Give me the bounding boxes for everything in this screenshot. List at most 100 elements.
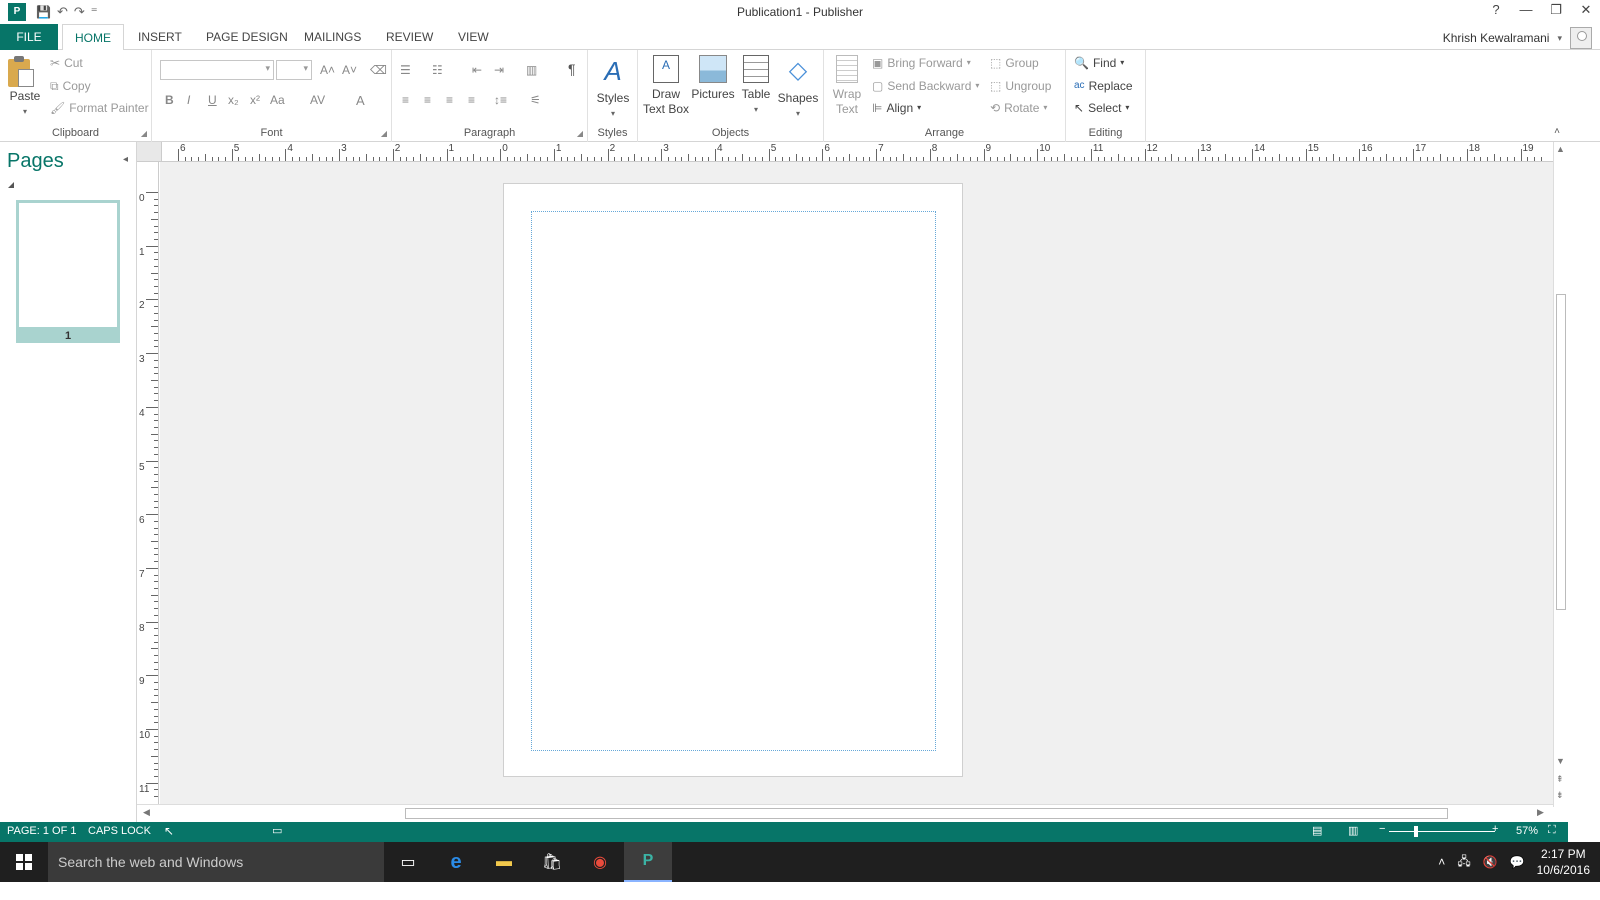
superscript-button[interactable]: x² — [250, 93, 260, 107]
justify-icon[interactable]: ≡ — [468, 93, 475, 107]
restore-button[interactable]: ❐ — [1548, 2, 1564, 18]
font-color-button[interactable]: A — [356, 93, 365, 108]
close-button[interactable]: ✕ — [1578, 2, 1594, 18]
user-name[interactable]: Khrish Kewalramani — [1443, 31, 1550, 45]
volume-muted-icon[interactable]: 🔇 — [1483, 855, 1498, 869]
zoom-slider-knob[interactable] — [1414, 826, 1418, 837]
page-indicator[interactable]: PAGE: 1 OF 1 — [7, 825, 77, 837]
dialog-launcher-icon[interactable]: ◢ — [381, 129, 387, 138]
select-button[interactable]: ↖ Select ▾ — [1074, 98, 1129, 118]
zoom-slider[interactable] — [1389, 831, 1495, 832]
horizontal-ruler[interactable]: 6 5 4 3 2 1 0 1 2 3 4 5 6 7 8 9 10 11 12 13 14 15 16 17 18 19 — [137, 142, 1553, 162]
shrink-font-button[interactable]: A˅ — [342, 63, 357, 77]
single-page-view-icon[interactable]: ▤ — [1312, 824, 1322, 837]
expand-triangle-icon[interactable] — [8, 182, 14, 188]
tab-view[interactable]: VIEW — [446, 24, 501, 50]
replace-button[interactable]: ac Replace — [1074, 76, 1133, 96]
fit-page-icon[interactable]: ⛶ — [1548, 824, 1556, 837]
network-icon[interactable]: 🖧 — [1457, 852, 1470, 873]
tab-file[interactable]: FILE — [0, 24, 58, 50]
align-right-icon[interactable]: ≡ — [446, 93, 453, 107]
dialog-launcher-icon[interactable]: ◢ — [577, 129, 583, 138]
format-painter-button[interactable]: 🖌 Format Painter — [50, 98, 149, 118]
styles-button[interactable]: A Styles ▾ — [594, 55, 632, 121]
send-backward-button[interactable]: ▢ Send Backward ▾ — [872, 76, 979, 96]
zoom-level[interactable]: 57% — [1516, 825, 1538, 837]
taskbar-clock[interactable]: 2:17 PM 10/6/2016 — [1537, 846, 1590, 878]
ungroup-button[interactable]: ⬚ Ungroup — [990, 76, 1051, 96]
previous-page-icon[interactable]: ⇞ — [1556, 774, 1564, 785]
next-page-icon[interactable]: ⇟ — [1556, 790, 1564, 801]
copy-button[interactable]: ⧉ Copy — [50, 76, 91, 96]
chevron-down-icon[interactable]: ▾ — [1557, 33, 1562, 44]
scroll-left-icon[interactable]: ◀ — [143, 807, 150, 818]
numbering-icon[interactable]: ☷ — [432, 63, 443, 77]
publication-page[interactable] — [503, 183, 963, 777]
avatar[interactable] — [1570, 27, 1592, 49]
user-account[interactable]: Khrish Kewalramani ▾ — [1443, 27, 1592, 49]
collapse-pane-icon[interactable]: ◂ — [123, 154, 128, 165]
scroll-down-icon[interactable]: ▼ — [1556, 756, 1565, 766]
decrease-indent-icon[interactable]: ⇤ — [472, 63, 482, 77]
show-paragraph-marks-button[interactable]: ¶ — [568, 61, 576, 77]
zoom-in-icon[interactable]: + — [1492, 823, 1498, 835]
rotate-button[interactable]: ⟲ Rotate ▾ — [990, 98, 1047, 118]
bring-forward-button[interactable]: ▣ Bring Forward ▾ — [872, 53, 971, 73]
help-button[interactable]: ? — [1488, 2, 1504, 18]
pictures-button[interactable]: Pictures — [690, 55, 736, 102]
publication-canvas[interactable] — [160, 162, 1553, 804]
show-hidden-icons-icon[interactable]: ˄ — [1438, 855, 1445, 869]
taskbar-search-box[interactable]: Search the web and Windows — [48, 842, 384, 882]
edge-browser-icon[interactable]: e — [432, 842, 480, 882]
file-explorer-icon[interactable]: ▬ — [480, 842, 528, 882]
shading-icon[interactable]: ⚟ — [530, 93, 541, 107]
zoom-out-icon[interactable]: − — [1379, 823, 1385, 835]
align-button[interactable]: ⊫ Align ▾ — [872, 98, 921, 118]
tab-home[interactable]: HOME — [62, 24, 124, 51]
layout-status-icon[interactable]: ▭ — [272, 824, 282, 837]
publisher-taskbar-icon[interactable]: P — [624, 842, 672, 882]
tab-insert[interactable]: INSERT — [126, 24, 194, 50]
increase-indent-icon[interactable]: ⇥ — [494, 63, 504, 77]
clear-formatting-icon[interactable]: ⌫ — [370, 63, 387, 77]
font-size-combobox[interactable] — [276, 60, 312, 80]
chrome-browser-icon[interactable]: ◉ — [576, 842, 624, 882]
ruler-corner[interactable] — [137, 142, 162, 162]
store-icon[interactable]: 🛍 — [528, 842, 576, 882]
align-left-icon[interactable]: ≡ — [402, 93, 409, 107]
bold-button[interactable]: B — [165, 93, 174, 107]
minimize-button[interactable]: — — [1518, 2, 1534, 18]
horizontal-scrollbar[interactable]: ◀ ▶ — [137, 804, 1553, 822]
font-name-combobox[interactable] — [160, 60, 274, 80]
scroll-right-icon[interactable]: ▶ — [1537, 807, 1544, 818]
line-spacing-icon[interactable]: ↕≡ — [494, 93, 507, 107]
notifications-icon[interactable]: 💬 — [1510, 855, 1525, 869]
italic-button[interactable]: I — [187, 93, 190, 107]
tab-review[interactable]: REVIEW — [374, 24, 445, 50]
scroll-up-icon[interactable]: ▲ — [1556, 144, 1565, 154]
horizontal-scroll-thumb[interactable] — [405, 808, 1448, 819]
page-thumbnail[interactable]: 1 — [16, 200, 120, 343]
cut-button[interactable]: ✂ Cut — [50, 53, 83, 73]
task-view-icon[interactable]: ▭ — [384, 842, 432, 882]
character-spacing-button[interactable]: AV — [310, 93, 325, 107]
wrap-text-button[interactable]: Wrap Text — [828, 55, 866, 117]
vertical-scroll-thumb[interactable] — [1556, 294, 1566, 610]
grow-font-button[interactable]: A˄ — [320, 63, 335, 77]
tab-page-design[interactable]: PAGE DESIGN — [194, 24, 300, 50]
draw-text-box-button[interactable]: A Draw Text Box — [642, 55, 690, 117]
windows-start-icon[interactable] — [16, 854, 32, 870]
columns-icon[interactable]: ▥ — [526, 63, 537, 77]
table-button[interactable]: Table ▾ — [736, 55, 776, 117]
align-center-icon[interactable]: ≡ — [424, 93, 431, 107]
find-button[interactable]: 🔍 Find ▾ — [1074, 53, 1124, 73]
shapes-button[interactable]: ◇ Shapes ▾ — [776, 55, 820, 121]
underline-button[interactable]: U — [208, 93, 217, 107]
collapse-ribbon-icon[interactable]: ˄ — [1554, 126, 1560, 137]
bullets-icon[interactable]: ☰ — [400, 63, 411, 77]
dialog-launcher-icon[interactable]: ◢ — [141, 129, 147, 138]
vertical-scrollbar[interactable]: ▲ ▼ ⇞ ⇟ — [1553, 142, 1568, 807]
change-case-button[interactable]: Aa — [270, 93, 285, 107]
vertical-ruler[interactable]: 0 1 2 3 4 5 6 7 8 9 10 11 — [137, 162, 159, 804]
subscript-button[interactable]: x₂ — [228, 93, 239, 107]
